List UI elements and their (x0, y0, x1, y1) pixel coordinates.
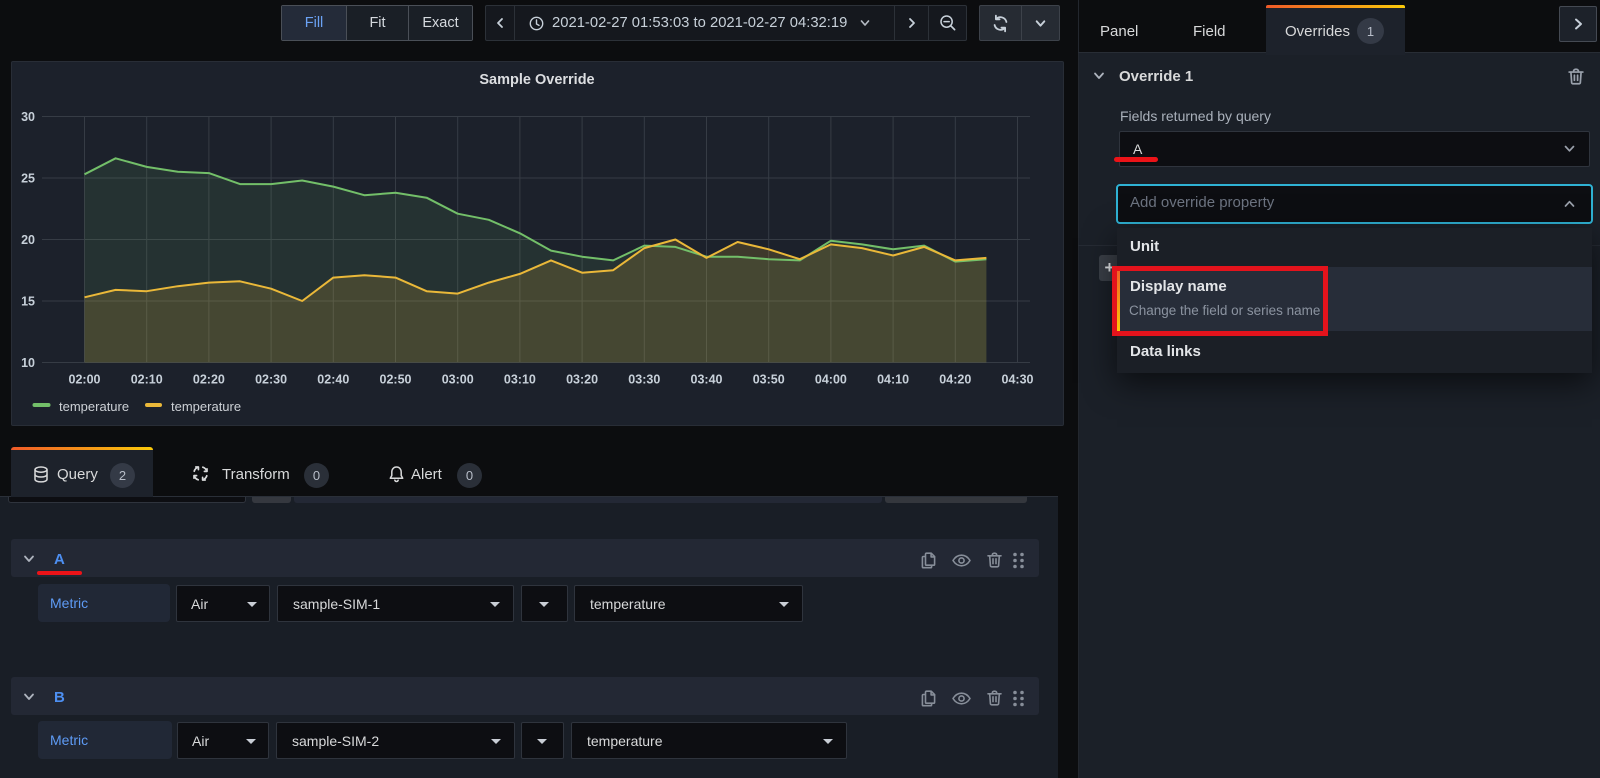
svg-text:Sample Override: Sample Override (479, 72, 594, 88)
svg-text:03:40: 03:40 (691, 373, 723, 387)
svg-text:04:30: 04:30 (1002, 373, 1034, 387)
svg-text:02:20: 02:20 (193, 373, 225, 387)
svg-text:02:00: 02:00 (69, 373, 101, 387)
svg-text:02:30: 02:30 (255, 373, 287, 387)
svg-text:03:10: 03:10 (504, 373, 536, 387)
svg-text:03:00: 03:00 (442, 373, 474, 387)
svg-text:03:20: 03:20 (566, 373, 598, 387)
svg-text:04:20: 04:20 (939, 373, 971, 387)
svg-text:04:00: 04:00 (815, 373, 847, 387)
svg-text:03:30: 03:30 (628, 373, 660, 387)
svg-text:temperature: temperature (171, 399, 241, 414)
svg-text:25: 25 (21, 172, 35, 186)
svg-text:02:40: 02:40 (317, 373, 349, 387)
svg-text:30: 30 (21, 110, 35, 124)
svg-text:10: 10 (21, 356, 35, 370)
svg-text:temperature: temperature (59, 399, 129, 414)
svg-text:02:50: 02:50 (380, 373, 412, 387)
svg-text:03:50: 03:50 (753, 373, 785, 387)
svg-text:04:10: 04:10 (877, 373, 909, 387)
svg-text:15: 15 (21, 295, 35, 309)
svg-text:02:10: 02:10 (131, 373, 163, 387)
svg-text:20: 20 (21, 233, 35, 247)
